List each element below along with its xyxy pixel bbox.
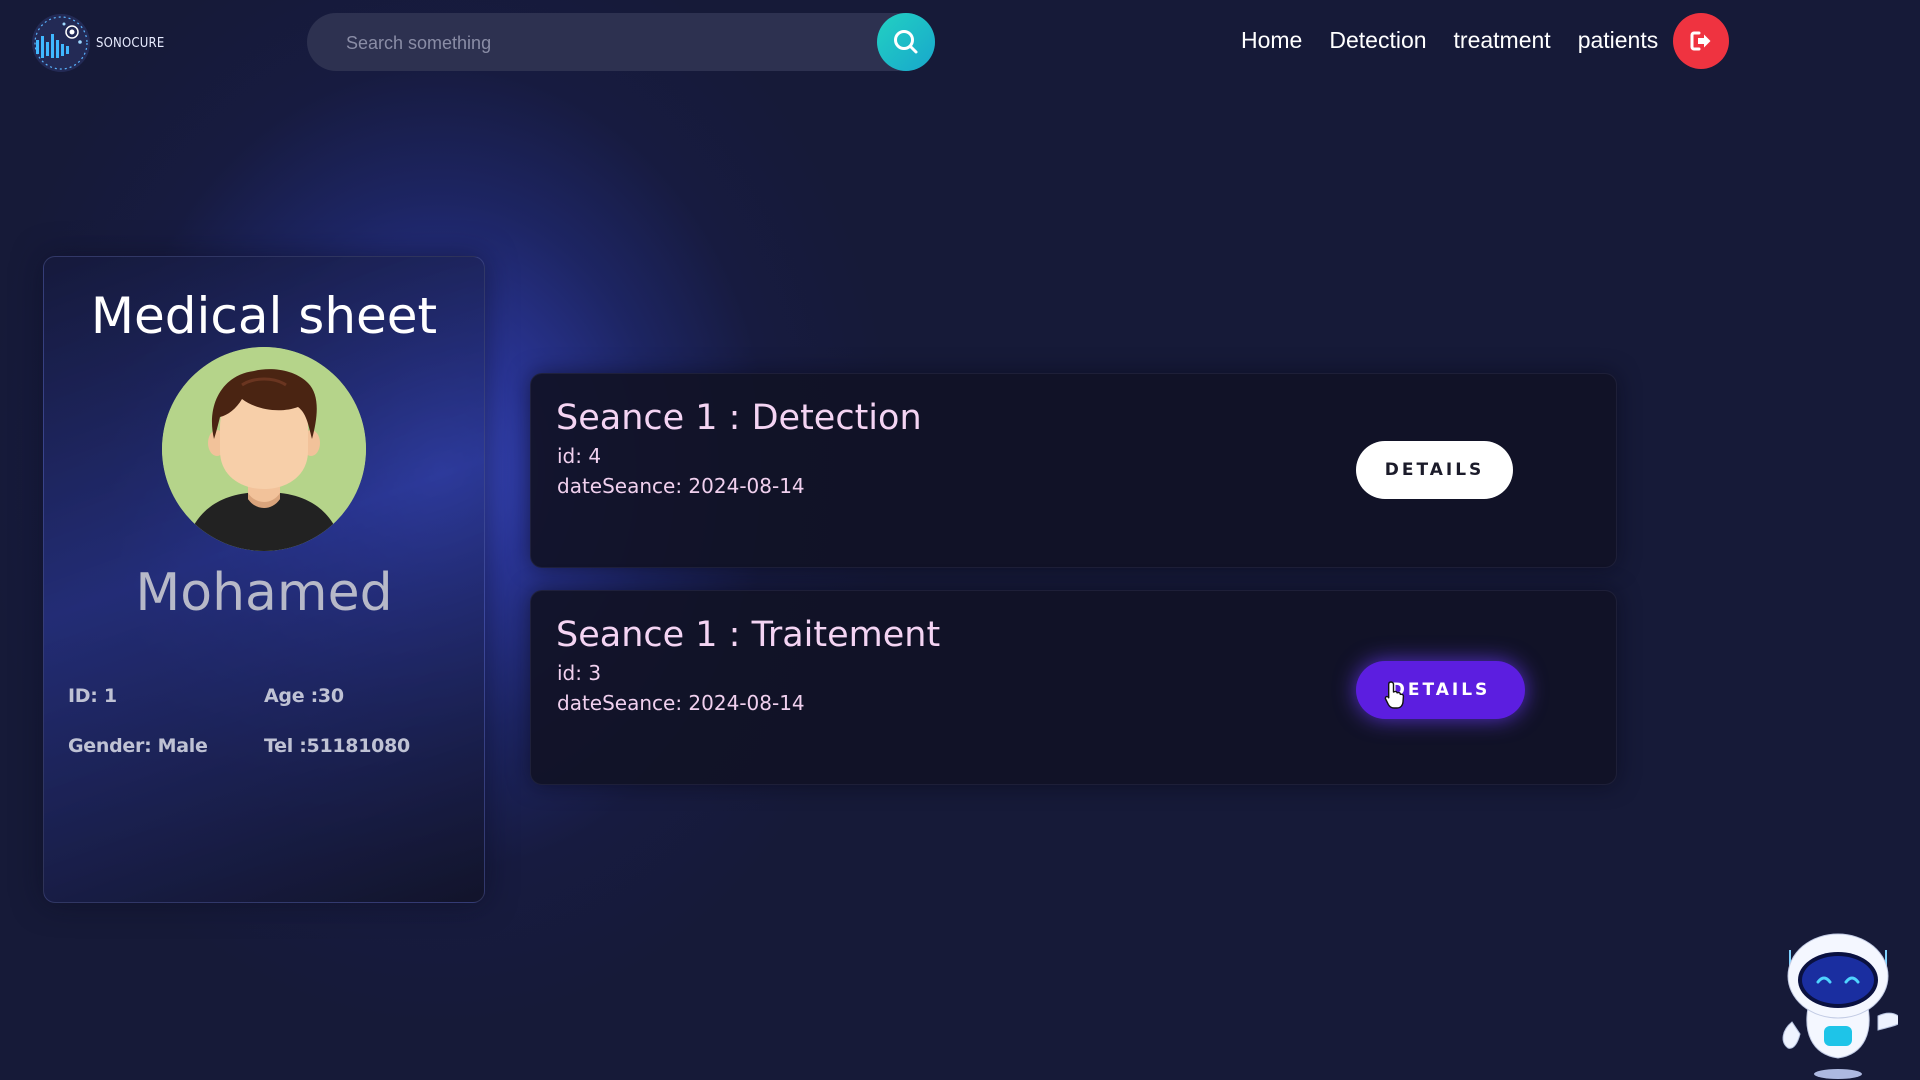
patient-name: Mohamed (135, 563, 393, 623)
nav-treatment[interactable]: treatment (1454, 24, 1551, 56)
seance-id: id: 3 (557, 661, 602, 685)
search-button[interactable] (877, 13, 935, 71)
details-button-hovered[interactable]: DETAILS (1356, 661, 1525, 719)
logout-icon (1690, 31, 1711, 51)
search-input[interactable] (344, 13, 868, 73)
logout-button[interactable] (1673, 13, 1729, 69)
main-nav: Home Detection treatment patients (1241, 24, 1658, 56)
seance-id: id: 4 (557, 444, 602, 468)
seance-title: Seance 1 : Detection (556, 398, 922, 438)
patient-tel: Tel :51181080 (264, 735, 410, 757)
seance-date: dateSeance: 2024-08-14 (557, 474, 805, 498)
hand-cursor-icon (1384, 681, 1405, 709)
nav-detection[interactable]: Detection (1329, 24, 1426, 56)
seance-date: dateSeance: 2024-08-14 (557, 691, 805, 715)
search-icon (894, 30, 918, 54)
top-navbar: SONOCURE Home Detection treatment patien… (0, 0, 1920, 84)
page: SONOCURE Home Detection treatment patien… (0, 0, 1920, 1080)
details-button[interactable]: DETAILS (1356, 441, 1513, 499)
logo-text: SONOCURE (96, 35, 165, 51)
seance-card-detection: Seance 1 : Detection id: 4 dateSeance: 2… (530, 373, 1617, 568)
seance-title: Seance 1 : Traitement (556, 615, 941, 655)
search-bar (307, 13, 935, 73)
logo-mark-icon (32, 14, 90, 72)
patient-id: ID: 1 (68, 685, 117, 707)
patient-avatar (162, 347, 366, 551)
medical-sheet-card: Medical sheet Mohamed ID: 1 Age :30 Gend… (43, 256, 485, 903)
patient-age: Age :30 (264, 685, 344, 707)
robot-assistant-icon[interactable] (1778, 930, 1898, 1080)
person-avatar-icon (162, 347, 366, 551)
nav-patients[interactable]: patients (1578, 24, 1659, 56)
seance-card-treatment: Seance 1 : Traitement id: 3 dateSeance: … (530, 590, 1617, 785)
logo[interactable]: SONOCURE (28, 12, 164, 74)
nav-home[interactable]: Home (1241, 24, 1302, 56)
patient-gender: Gender: Male (68, 735, 208, 757)
sheet-title: Medical sheet (90, 287, 438, 345)
